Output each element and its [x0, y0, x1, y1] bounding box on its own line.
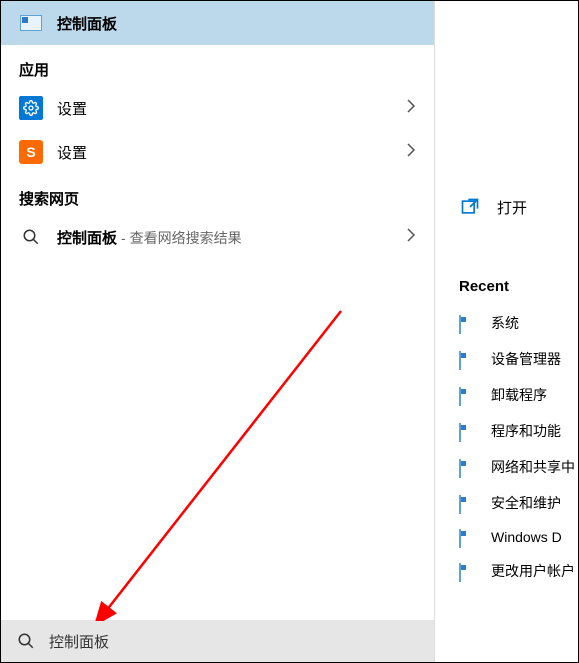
best-match-label: 控制面板: [57, 13, 416, 34]
search-icon: [19, 225, 43, 249]
app-item-settings-2[interactable]: S 设置: [1, 130, 434, 174]
control-panel-icon: [459, 316, 477, 330]
web-item-label: 控制面板- 查看网络搜索结果: [57, 227, 406, 248]
recent-item[interactable]: 网络和共享中: [435, 449, 578, 485]
recent-item[interactable]: 设备管理器: [435, 341, 578, 377]
annotation-arrow: [91, 301, 351, 621]
recent-label: 卸载程序: [491, 385, 547, 405]
apps-section-header: 应用: [1, 45, 434, 86]
recent-item[interactable]: 卸载程序: [435, 377, 578, 413]
web-search-item[interactable]: 控制面板- 查看网络搜索结果: [1, 215, 434, 259]
web-section-header: 搜索网页: [1, 174, 434, 215]
recent-header: Recent: [435, 228, 578, 305]
chevron-right-icon: [406, 99, 416, 118]
gear-icon: [19, 96, 43, 120]
recent-label: 更改用户帐户: [491, 561, 575, 581]
search-icon: [17, 632, 35, 650]
recent-label: Windows D: [491, 529, 562, 545]
open-action[interactable]: 打开: [435, 186, 578, 228]
chevron-right-icon: [406, 143, 416, 162]
recent-label: 设备管理器: [491, 349, 561, 369]
app-item-label: 设置: [57, 142, 406, 163]
recent-item[interactable]: 更改用户帐户: [435, 553, 578, 589]
open-label: 打开: [497, 197, 527, 218]
search-results-panel: 控制面板 应用 设置 S 设置 搜索网页 控制面板- 查看网络搜: [1, 1, 435, 662]
control-panel-icon: [459, 424, 477, 438]
control-panel-icon: [459, 388, 477, 402]
recent-label: 系统: [491, 313, 519, 333]
recent-label: 网络和共享中: [491, 457, 575, 477]
sogou-icon: S: [19, 140, 43, 164]
app-item-settings-1[interactable]: 设置: [1, 86, 434, 130]
app-item-label: 设置: [57, 98, 406, 119]
control-panel-icon: [459, 564, 477, 578]
recent-item[interactable]: 安全和维护: [435, 485, 578, 521]
detail-panel: 打开 Recent 系统 设备管理器 卸载程序 程序和功能 网络和共享中 安全和…: [435, 1, 578, 662]
control-panel-icon: [459, 530, 477, 544]
recent-item[interactable]: Windows D: [435, 521, 578, 553]
recent-label: 安全和维护: [491, 493, 561, 513]
best-match-item[interactable]: 控制面板: [1, 1, 434, 45]
recent-label: 程序和功能: [491, 421, 561, 441]
chevron-right-icon: [406, 228, 416, 247]
open-icon: [459, 196, 481, 218]
control-panel-icon: [459, 460, 477, 474]
control-panel-icon: [459, 496, 477, 510]
control-panel-icon: [459, 352, 477, 366]
recent-item[interactable]: 程序和功能: [435, 413, 578, 449]
recent-item[interactable]: 系统: [435, 305, 578, 341]
search-input[interactable]: [49, 633, 418, 650]
control-panel-icon: [19, 11, 43, 35]
search-bar[interactable]: [1, 620, 434, 662]
